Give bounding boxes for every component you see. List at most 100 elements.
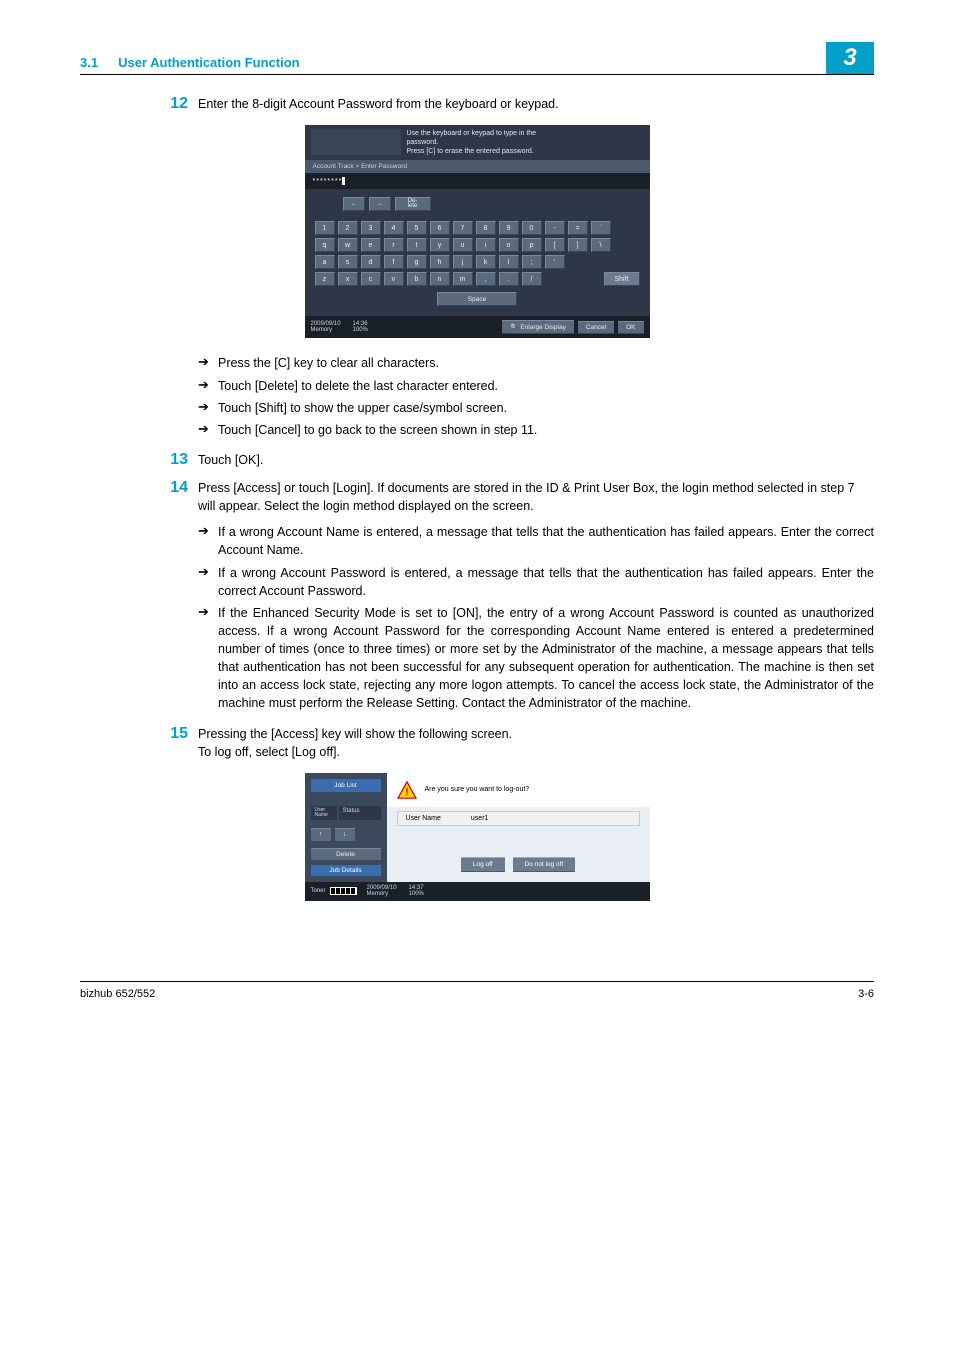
job-details-button[interactable]: Job Details [311, 865, 381, 876]
keyboard-key[interactable]: - [545, 221, 565, 235]
logout-confirm-screenshot: Job List User Name Status ↑ ↓ Delete Job… [305, 773, 650, 901]
section-number: 3.1 [80, 55, 98, 70]
keyboard-key[interactable]: c [361, 272, 381, 286]
log-off-button[interactable]: Log off [461, 857, 505, 872]
job-list-tab[interactable]: Job List [311, 779, 381, 792]
keyboard-key[interactable]: \ [591, 238, 611, 252]
keyboard-key[interactable]: h [430, 255, 450, 269]
keyboard-key[interactable]: 9 [499, 221, 519, 235]
toner-indicator [330, 887, 357, 895]
keyboard-key[interactable]: ' [545, 255, 565, 269]
scroll-up-button[interactable]: ↑ [311, 828, 331, 842]
magnifier-icon: 🔍 [510, 323, 518, 331]
delete-button[interactable]: Delete [311, 848, 381, 861]
keyboard-key[interactable]: v [384, 272, 404, 286]
arrow-icon: ➔ [198, 523, 218, 559]
keyboard-key[interactable]: d [361, 255, 381, 269]
arrow-right-button[interactable]: → [369, 197, 391, 211]
do-not-log-off-button[interactable]: Do not log off [513, 857, 576, 872]
footer-memory-label: Memory [311, 327, 341, 334]
keyboard-key[interactable]: e [361, 238, 381, 252]
step-text: Enter the 8-digit Account Password from … [198, 95, 874, 113]
keyboard-key[interactable]: 2 [338, 221, 358, 235]
step-number: 14 [158, 479, 198, 515]
keyboard-key[interactable]: 1 [315, 221, 335, 235]
arrow-icon: ➔ [198, 399, 218, 417]
arrow-icon: ➔ [198, 354, 218, 372]
keyboard-key[interactable]: x [338, 272, 358, 286]
enlarge-display-button[interactable]: 🔍 Enlarge Display [502, 320, 574, 334]
keyboard-key[interactable]: w [338, 238, 358, 252]
step-number: 15 [158, 725, 198, 761]
footer-memory-value: 100% [409, 891, 424, 898]
section-title: User Authentication Function [118, 55, 826, 70]
bullet-text: Touch [Delete] to delete the last charac… [218, 377, 874, 395]
footer-model: bizhub 652/552 [80, 988, 155, 1000]
keyboard-key[interactable]: 7 [453, 221, 473, 235]
keyboard-key[interactable]: 4 [384, 221, 404, 235]
keyboard-key[interactable]: ` [591, 221, 611, 235]
space-key[interactable]: Space [437, 292, 517, 306]
keyboard-key[interactable]: f [384, 255, 404, 269]
footer-date: 2009/09/10 [311, 321, 341, 328]
keyboard-key[interactable]: k [476, 255, 496, 269]
keyboard-key[interactable]: / [522, 272, 542, 286]
keyboard-key[interactable]: b [407, 272, 427, 286]
footer-time: 14:36 [353, 321, 368, 328]
keyboard-key[interactable]: m [453, 272, 473, 286]
keyboard-key[interactable]: , [476, 272, 496, 286]
breadcrumb: Account Track > Enter Password [305, 160, 650, 173]
column-header-status: Status [339, 806, 381, 820]
arrow-icon: ➔ [198, 604, 218, 713]
keyboard-key[interactable]: l [499, 255, 519, 269]
keyboard-key[interactable]: z [315, 272, 335, 286]
bullet-text: Press the [C] key to clear all character… [218, 354, 874, 372]
keyboard-key[interactable]: t [407, 238, 427, 252]
keyboard-key[interactable]: g [407, 255, 427, 269]
bullet-text: If a wrong Account Password is entered, … [218, 564, 874, 600]
toner-label: Toner [311, 888, 326, 894]
keyboard-key[interactable]: 5 [407, 221, 427, 235]
keyboard-key[interactable]: 3 [361, 221, 381, 235]
bullet-text: Touch [Shift] to show the upper case/sym… [218, 399, 874, 417]
keyboard-key[interactable]: r [384, 238, 404, 252]
keyboard-key[interactable]: ; [522, 255, 542, 269]
chapter-badge: 3 [826, 42, 874, 74]
kb-instruction-line: password. [407, 138, 644, 147]
confirm-message: Are you sure you want to log-out? [425, 786, 530, 793]
password-input[interactable]: ******** [305, 173, 650, 189]
cancel-button[interactable]: Cancel [578, 321, 614, 334]
keyboard-key[interactable]: q [315, 238, 335, 252]
footer-memory-label: Memory [367, 891, 397, 898]
footer-time: 14:37 [409, 885, 424, 892]
password-entry-screenshot: Use the keyboard or keypad to type in th… [305, 125, 650, 338]
keyboard-key[interactable]: . [499, 272, 519, 286]
shift-key[interactable]: Shift [604, 272, 640, 286]
keyboard-key[interactable]: i [476, 238, 496, 252]
scroll-down-button[interactable]: ↓ [335, 828, 355, 842]
footer-memory-value: 100% [353, 327, 368, 334]
footer-page-number: 3-6 [858, 988, 874, 1000]
keyboard-key[interactable]: [ [545, 238, 565, 252]
delete-button[interactable]: De- lete [395, 197, 431, 211]
keyboard-key[interactable]: 0 [522, 221, 542, 235]
footer-date: 2009/09/10 [367, 885, 397, 892]
ok-button[interactable]: OK [618, 321, 643, 334]
keyboard-key[interactable]: p [522, 238, 542, 252]
keyboard-key[interactable]: ] [568, 238, 588, 252]
step-text: Press [Access] or touch [Login]. If docu… [198, 479, 874, 515]
step-text: Touch [OK]. [198, 451, 874, 469]
keyboard-key[interactable]: u [453, 238, 473, 252]
keyboard-key[interactable]: s [338, 255, 358, 269]
keyboard-key[interactable]: 8 [476, 221, 496, 235]
keyboard-key[interactable]: a [315, 255, 335, 269]
keyboard-key[interactable]: = [568, 221, 588, 235]
keyboard-key[interactable]: n [430, 272, 450, 286]
keyboard-key[interactable]: o [499, 238, 519, 252]
arrow-icon: ➔ [198, 564, 218, 600]
keyboard-key[interactable]: j [453, 255, 473, 269]
warning-icon: ! [397, 781, 417, 799]
arrow-left-button[interactable]: ← [343, 197, 365, 211]
keyboard-key[interactable]: y [430, 238, 450, 252]
keyboard-key[interactable]: 6 [430, 221, 450, 235]
